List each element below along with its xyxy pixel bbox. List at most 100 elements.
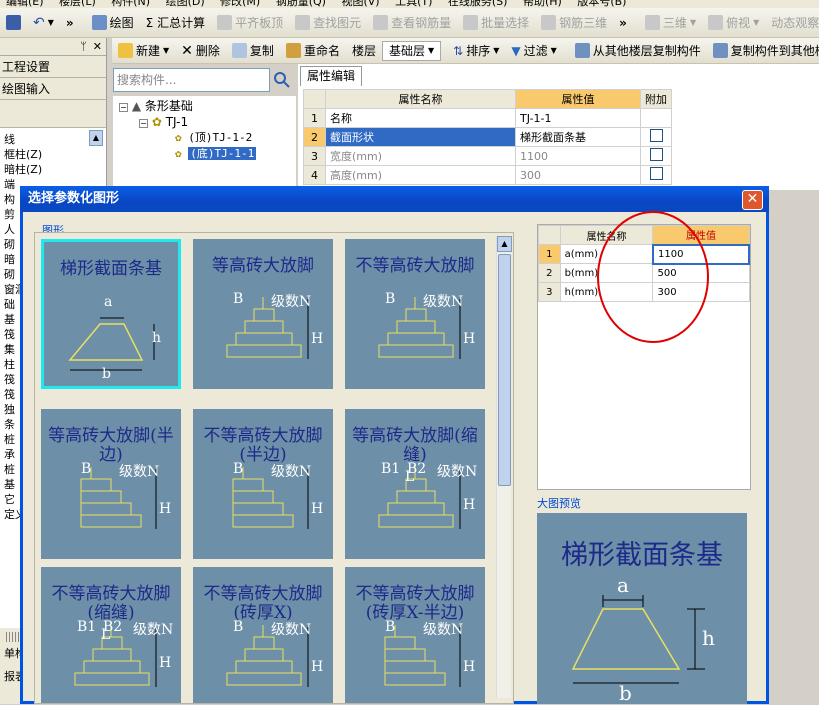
copy-button[interactable]: 复制 — [226, 39, 280, 63]
shape-thumbnail: 不等高砖大放脚 B 级数N H — [345, 239, 485, 389]
save-button[interactable] — [0, 11, 27, 35]
dimension-label: 级数N — [437, 464, 478, 480]
sort-icon: ⇅ — [453, 43, 464, 58]
shape-tile[interactable]: 不等高砖大放脚(半边) B 级数N H — [189, 405, 337, 565]
delete-button[interactable]: ✕ 删除 — [175, 39, 226, 63]
scroll-up-arrow[interactable]: ▲ — [497, 236, 512, 252]
shape-drawing — [232, 467, 309, 529]
batch-icon — [463, 15, 479, 30]
shape-tile[interactable]: 不等高砖大放脚(砖厚X-半边) B 级数N H — [341, 563, 489, 703]
shape-thumbnail: 不等高砖大放脚(砖厚X) B 级数N H — [193, 567, 333, 703]
filter-button[interactable]: ▼ 过滤 ▼ — [505, 39, 562, 63]
shape-thumbnail: 不等高砖大放脚(半边) B 级数N H — [193, 409, 333, 559]
new-button[interactable]: 新建 ▼ — [112, 39, 175, 63]
shape-tile[interactable]: 等高砖大放脚(缩缝) B1 L B2 级数N H — [341, 405, 489, 565]
dynamic-view-button[interactable]: 动态观察 — [765, 11, 819, 35]
tab-property-edit[interactable]: 属性编辑 — [300, 66, 362, 86]
table-row[interactable]: 1 名称 TJ-1-1 — [303, 108, 672, 128]
shape-tile[interactable]: 不等高砖大放脚(缩缝) B1 L B2 级数N H — [37, 563, 185, 703]
checkbox[interactable] — [649, 167, 663, 180]
menu-online[interactable]: 在线服务(S) — [448, 0, 508, 8]
nav-drawing-input[interactable]: 绘图输入 — [0, 78, 106, 100]
menu-component[interactable]: 构件(N) — [111, 0, 150, 8]
view-rebar-button[interactable]: 查看钢筋量 — [367, 11, 457, 35]
shape-tile[interactable]: 等高砖大放脚(半边) B 级数N H — [37, 405, 185, 565]
scroll-up-button[interactable]: ▲ — [89, 130, 103, 146]
dimension-label: B1 — [381, 461, 401, 477]
view-3d-dropdown[interactable]: 三维 ▼ — [639, 11, 702, 35]
shape-drawing — [80, 467, 157, 529]
sort-button[interactable]: ⇅ 排序 ▼ — [447, 39, 505, 63]
menu-draw[interactable]: 绘图(D) — [166, 0, 205, 8]
dimension-label: H — [463, 659, 476, 675]
dimension-label: b — [102, 366, 111, 382]
copy-to-floor-button[interactable]: 复制构件到其他楼层 — [707, 39, 819, 63]
nav-item[interactable]: 框柱(Z) — [0, 147, 106, 162]
batch-select-button[interactable]: 批量选择 — [457, 11, 535, 35]
undo-button[interactable]: ↶ ▼ — [27, 11, 60, 35]
menu-view[interactable]: 视图(V) — [341, 0, 379, 8]
table-row[interactable]: 4 高度(mm) 300 — [303, 165, 672, 185]
dimension-label: B2 — [103, 619, 123, 635]
scroll-thumb[interactable] — [498, 254, 511, 486]
checkbox[interactable] — [649, 148, 663, 161]
menu-modify[interactable]: 修改(M) — [220, 0, 260, 8]
close-icon[interactable]: ✕ — [93, 40, 102, 53]
floor-label: 楼层 — [351, 44, 376, 58]
shape-tile[interactable]: 梯形截面条基 a h b — [37, 235, 185, 395]
dimension-label: B — [385, 619, 396, 635]
copy-to-icon — [712, 43, 728, 58]
table-row[interactable]: 3 宽度(mm) 1100 — [303, 146, 672, 166]
calc-button[interactable]: Σ 汇总计算 — [140, 11, 211, 35]
nav-project-settings[interactable]: 工程设置 — [0, 56, 106, 78]
rebar-3d-button[interactable]: 钢筋三维 — [535, 11, 613, 35]
menu-floor[interactable]: 楼层(L) — [59, 0, 96, 8]
undo-icon: ↶ — [33, 14, 45, 31]
search-icon[interactable] — [272, 70, 292, 90]
search-input[interactable]: 搜索构件... — [113, 68, 270, 92]
shape-tile[interactable]: 不等高砖大放脚 B 级数N H — [341, 235, 489, 395]
col-header-extra: 附加 — [640, 89, 672, 109]
dimension-label: H — [311, 501, 324, 517]
menu-tools[interactable]: 工具(T) — [395, 0, 432, 8]
dialog-close-button[interactable]: ✕ — [742, 190, 763, 210]
menu-rebar[interactable]: 钢筋量(Q) — [276, 0, 326, 8]
shape-tile[interactable]: 等高砖大放脚 B 级数N H — [189, 235, 337, 395]
binoculars-icon — [295, 15, 311, 30]
red-annotation-circle — [597, 211, 709, 343]
dimension-label: 级数N — [271, 294, 312, 310]
gallery-scrollbar[interactable]: ▲ — [496, 236, 512, 698]
overflow-chevron-2[interactable]: » — [613, 11, 633, 35]
menu-bar: 编辑(E) 楼层(L) 构件(N) 绘图(D) 修改(M) 钢筋量(Q) 视图(… — [0, 0, 819, 8]
copy-from-floor-button[interactable]: 从其他楼层复制构件 — [569, 39, 707, 63]
dimension-label: 级数N — [271, 464, 312, 480]
find-element-button[interactable]: 查找图元 — [289, 11, 367, 35]
floor-select[interactable]: 基础层 ▼ — [381, 40, 442, 61]
pin-icon[interactable]: ᛘ — [80, 40, 87, 53]
menu-help[interactable]: 帮助(H) — [523, 0, 562, 8]
overflow-chevron[interactable]: » — [60, 11, 80, 35]
gear-icon: ✿ — [151, 115, 162, 129]
tree-leaf-top[interactable]: ✿ (顶)TJ-1-2 — [175, 130, 252, 146]
dimension-label: 级数N — [271, 622, 312, 638]
table-row[interactable]: 2 截面形状 梯形截面条基 — [303, 127, 672, 147]
menu-version[interactable]: 版本号(B) — [577, 0, 626, 8]
tree-node-tj1[interactable]: − ✿ TJ-1 — [139, 114, 188, 130]
preview-label: 大图预览 — [537, 497, 581, 510]
align-top-button[interactable]: 平齐板顶 — [211, 11, 289, 35]
shape-gallery: 梯形截面条基 a h b 等高砖大放脚 B 级数N H 不等高砖大放脚 B 级数N H 等高砖大放脚(半… — [34, 232, 514, 704]
nav-item[interactable]: 暗柱(Z) — [0, 162, 106, 177]
top-view-dropdown[interactable]: 俯视 ▼ — [702, 11, 765, 35]
tree-node-strip-foundation[interactable]: − ▲ 条形基础 — [119, 98, 193, 114]
shape-thumbnail: 不等高砖大放脚(砖厚X-半边) B 级数N H — [345, 567, 485, 703]
tree-leaf-bottom[interactable]: ✿ (底)TJ-1-1 — [175, 146, 257, 162]
shape-tile[interactable]: 不等高砖大放脚(砖厚X) B 级数N H — [189, 563, 337, 703]
draw-button[interactable]: 绘图 — [86, 11, 140, 35]
checkbox[interactable] — [649, 129, 663, 142]
dimension-label: H — [159, 655, 172, 671]
rebar3d-icon — [541, 15, 557, 30]
dimension-label: H — [311, 331, 324, 347]
dimension-label: 级数N — [423, 294, 464, 310]
rename-button[interactable]: 重命名 — [280, 39, 346, 63]
menu-edit[interactable]: 编辑(E) — [6, 0, 44, 8]
